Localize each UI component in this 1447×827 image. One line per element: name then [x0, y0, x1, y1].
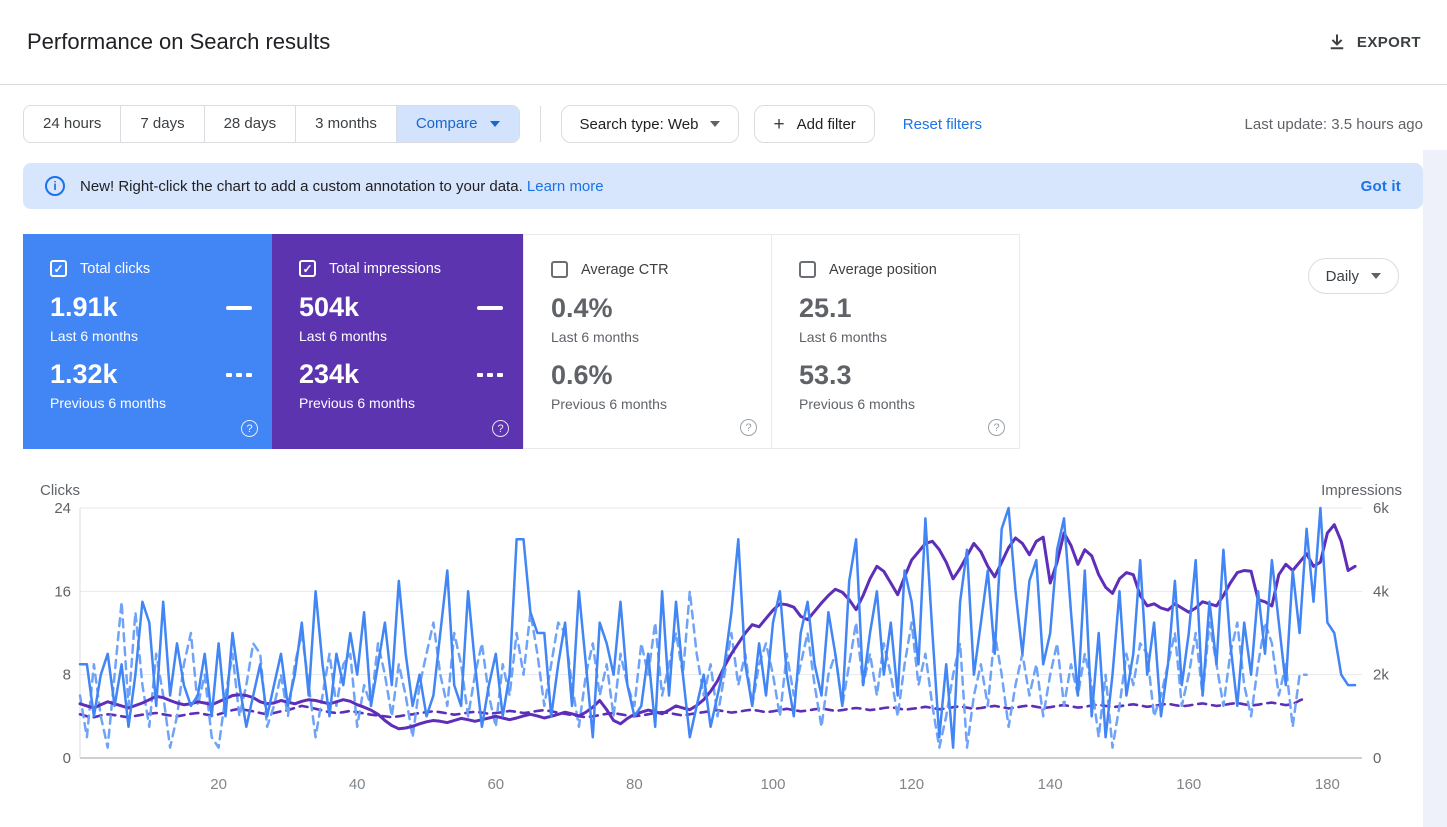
- x-axis-tick: 100: [760, 776, 785, 793]
- info-icon: i: [45, 176, 65, 196]
- compare-dropdown[interactable]: Compare: [397, 106, 519, 142]
- filter-toolbar: 24 hours 7 days 28 days 3 months Compare…: [23, 105, 1423, 143]
- metric-label: Average CTR: [581, 262, 669, 278]
- metric-card-header: ✓ Total impressions: [299, 260, 503, 277]
- metric-card-average-ctr[interactable]: Average CTR 0.4% Last 6 months 0.6% Prev…: [523, 234, 772, 449]
- metric-period-current: Last 6 months: [50, 328, 252, 344]
- x-axis-tick: 180: [1315, 776, 1340, 793]
- metric-value-previous: 53.3: [799, 362, 852, 389]
- metric-value-current: 1.91k: [50, 294, 118, 321]
- date-range-28-days[interactable]: 28 days: [205, 106, 297, 142]
- app-background-strip: [1423, 150, 1447, 827]
- page-title: Performance on Search results: [27, 29, 330, 55]
- export-label: EXPORT: [1357, 34, 1421, 51]
- right-axis-tick: 0: [1373, 750, 1381, 767]
- total-clicks-checkbox[interactable]: ✓: [50, 260, 67, 277]
- average-position-checkbox[interactable]: [799, 261, 816, 278]
- metric-card-header: Average CTR: [551, 261, 751, 278]
- download-icon: [1327, 32, 1347, 52]
- left-axis-tick: 24: [54, 500, 71, 517]
- last-update-text: Last update: 3.5 hours ago: [1245, 116, 1423, 133]
- x-axis-tick: 140: [1038, 776, 1063, 793]
- export-button[interactable]: EXPORT: [1321, 31, 1427, 53]
- plus-icon: +: [773, 115, 784, 134]
- help-icon[interactable]: ?: [988, 419, 1005, 436]
- reset-filters-link[interactable]: Reset filters: [903, 116, 982, 133]
- metric-value-current: 25.1: [799, 295, 852, 322]
- metric-value-current: 504k: [299, 294, 359, 321]
- metric-card-header: ✓ Total clicks: [50, 260, 252, 277]
- metric-period-current: Last 6 months: [799, 329, 999, 345]
- annotation-banner: i New! Right-click the chart to add a cu…: [23, 163, 1423, 209]
- help-icon[interactable]: ?: [241, 420, 258, 437]
- metric-value-previous: 234k: [299, 361, 359, 388]
- metric-value-previous: 1.32k: [50, 361, 118, 388]
- metric-value-current: 0.4%: [551, 295, 613, 322]
- metric-period-current: Last 6 months: [299, 328, 503, 344]
- got-it-button[interactable]: Got it: [1361, 178, 1401, 195]
- search-type-label: Search type: Web: [580, 116, 699, 133]
- performance-chart-svg: 0 8 16 24 0 2k 4k 6k 20 40 60 80 100 120 140 160 180 Clic…: [23, 449, 1423, 808]
- metric-value-previous: 0.6%: [551, 362, 613, 389]
- metric-period-previous: Previous 6 months: [551, 396, 751, 412]
- metric-period-previous: Previous 6 months: [799, 396, 999, 412]
- metric-card-total-impressions[interactable]: ✓ Total impressions 504k Last 6 months 2…: [272, 234, 523, 449]
- add-filter-label: Add filter: [797, 116, 856, 133]
- metric-label: Average position: [829, 262, 937, 278]
- metric-period-previous: Previous 6 months: [299, 395, 503, 411]
- right-axis-title: Impressions: [1321, 482, 1402, 499]
- checkmark-icon: ✓: [302, 263, 312, 275]
- right-axis-tick: 6k: [1373, 500, 1389, 517]
- granularity-dropdown[interactable]: Daily: [1308, 258, 1399, 294]
- total-impressions-checkbox[interactable]: ✓: [299, 260, 316, 277]
- metric-card-total-clicks[interactable]: ✓ Total clicks 1.91k Last 6 months 1.32k…: [23, 234, 272, 449]
- solid-line-legend-icon: [226, 306, 252, 310]
- metric-period-current: Last 6 months: [551, 329, 751, 345]
- metric-label: Total impressions: [329, 261, 441, 277]
- help-icon[interactable]: ?: [492, 420, 509, 437]
- page-header: Performance on Search results EXPORT: [0, 0, 1447, 85]
- left-axis-tick: 0: [63, 750, 71, 767]
- granularity-label: Daily: [1326, 268, 1359, 285]
- x-axis-tick: 160: [1176, 776, 1201, 793]
- performance-chart[interactable]: 0 8 16 24 0 2k 4k 6k 20 40 60 80 100 120 140 160 180 Clic…: [23, 449, 1423, 808]
- x-axis-tick: 20: [210, 776, 227, 793]
- left-axis-tick: 8: [63, 667, 71, 684]
- chevron-down-icon: [1371, 273, 1381, 279]
- toolbar-divider: [540, 106, 541, 142]
- left-axis-title: Clicks: [40, 482, 80, 499]
- right-axis-tick: 2k: [1373, 667, 1389, 684]
- checkmark-icon: ✓: [53, 263, 63, 275]
- date-range-24-hours[interactable]: 24 hours: [24, 106, 121, 142]
- right-axis-tick: 4k: [1373, 583, 1389, 600]
- chevron-down-icon: [490, 121, 500, 127]
- metric-period-previous: Previous 6 months: [50, 395, 252, 411]
- date-range-7-days[interactable]: 7 days: [121, 106, 204, 142]
- learn-more-link[interactable]: Learn more: [527, 178, 604, 195]
- average-ctr-checkbox[interactable]: [551, 261, 568, 278]
- solid-line-legend-icon: [477, 306, 503, 310]
- metric-card-average-position[interactable]: Average position 25.1 Last 6 months 53.3…: [771, 234, 1020, 449]
- dashed-line-legend-icon: [477, 373, 503, 377]
- search-type-dropdown[interactable]: Search type: Web: [561, 105, 740, 143]
- chevron-down-icon: [710, 121, 720, 127]
- metrics-row: ✓ Total clicks 1.91k Last 6 months 1.32k…: [23, 234, 1423, 449]
- dashed-line-legend-icon: [226, 373, 252, 377]
- x-axis-tick: 40: [349, 776, 366, 793]
- metric-label: Total clicks: [80, 261, 150, 277]
- add-filter-button[interactable]: + Add filter: [754, 105, 874, 143]
- date-range-group: 24 hours 7 days 28 days 3 months Compare: [23, 105, 520, 143]
- banner-text: New! Right-click the chart to add a cust…: [80, 178, 604, 195]
- compare-label: Compare: [416, 106, 478, 142]
- x-axis-tick: 120: [899, 776, 924, 793]
- date-range-3-months[interactable]: 3 months: [296, 106, 397, 142]
- metric-card-header: Average position: [799, 261, 999, 278]
- x-axis-tick: 60: [487, 776, 504, 793]
- metrics-spacer: Daily: [1020, 234, 1423, 449]
- x-axis-tick: 80: [626, 776, 643, 793]
- left-axis-tick: 16: [54, 583, 71, 600]
- help-icon[interactable]: ?: [740, 419, 757, 436]
